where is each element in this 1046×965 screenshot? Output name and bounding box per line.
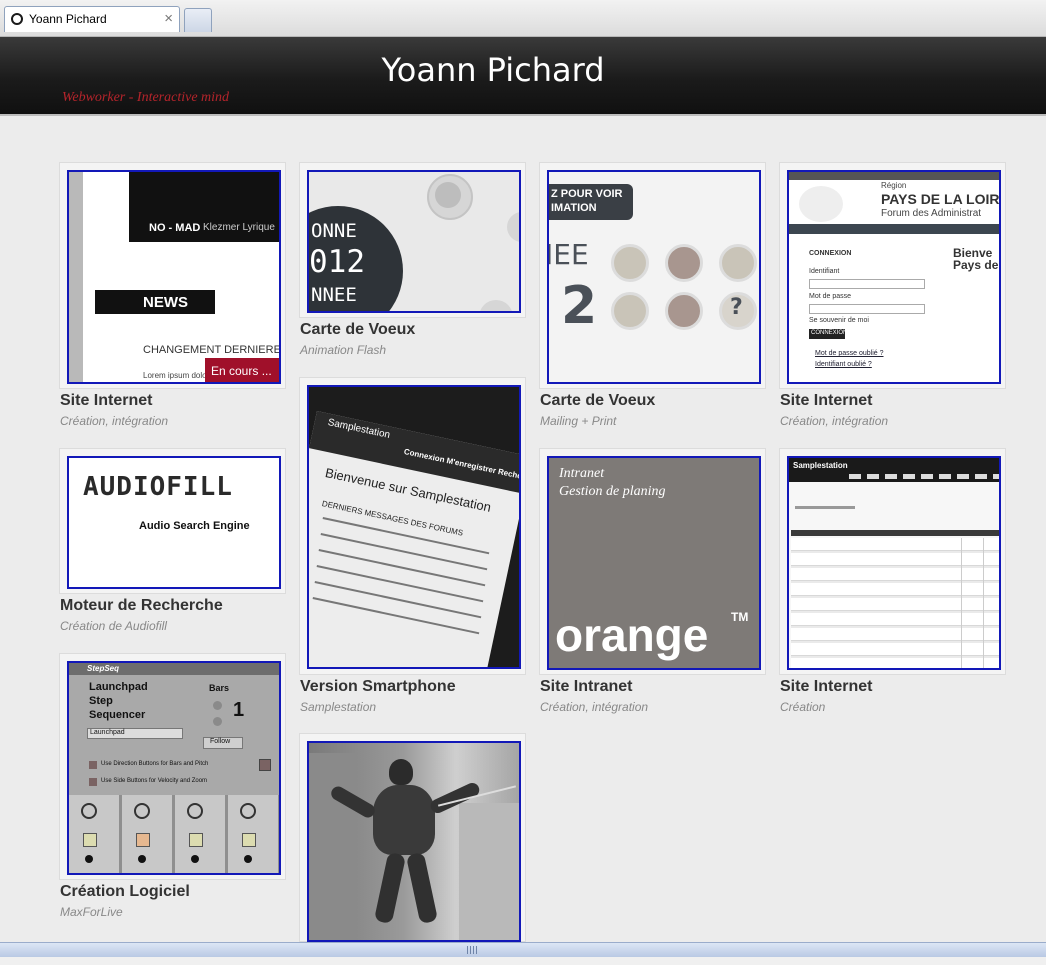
card-thumbnail[interactable]: Samplestation bbox=[787, 456, 1001, 670]
site-title[interactable]: Yoann Pichard bbox=[0, 51, 986, 89]
card-thumbnail[interactable]: Intranet Gestion de planing orange TM bbox=[547, 456, 761, 670]
card-title[interactable]: Version Smartphone bbox=[300, 678, 456, 696]
browser-tab[interactable]: Yoann Pichard × bbox=[4, 6, 180, 32]
card-title[interactable]: Site Internet bbox=[780, 392, 872, 410]
card-thumbnail[interactable]: ONNE 012 NNEE bbox=[307, 170, 521, 313]
card-title[interactable]: Carte de Voeux bbox=[300, 321, 415, 339]
card-title[interactable]: Moteur de Recherche bbox=[60, 597, 223, 615]
card-thumbnail[interactable] bbox=[307, 741, 521, 942]
card-title[interactable]: Site Intranet bbox=[540, 678, 632, 696]
status-bar bbox=[0, 957, 1046, 965]
card-title[interactable]: Site Internet bbox=[780, 678, 872, 696]
card-subtitle: Création, intégration bbox=[60, 414, 169, 428]
site-tagline: Webworker - Interactive mind bbox=[62, 90, 230, 105]
card-subtitle: Mailing + Print bbox=[540, 414, 617, 428]
card-title[interactable]: Création Logiciel bbox=[60, 883, 190, 901]
card-thumbnail[interactable]: Z POUR VOIR IMATION IEE 2 ? bbox=[547, 170, 761, 384]
card-subtitle: Samplestation bbox=[300, 700, 377, 714]
card-thumbnail[interactable]: StepSeq Launchpad Step Sequencer Bars 1 … bbox=[67, 661, 281, 875]
horizontal-scrollbar[interactable] bbox=[0, 942, 1046, 957]
tab-title: Yoann Pichard bbox=[29, 12, 107, 26]
site-header: Yoann Pichard Webworker - Interactive mi… bbox=[0, 37, 1046, 116]
card-subtitle: Animation Flash bbox=[300, 343, 387, 357]
scrollbar-grip-icon[interactable] bbox=[467, 946, 477, 954]
card-subtitle: Création, intégration bbox=[540, 700, 649, 714]
new-tab-button[interactable] bbox=[184, 8, 212, 32]
card-subtitle: Création de Audiofill bbox=[60, 619, 167, 633]
card-thumbnail[interactable]: NO - MAD Klezmer Lyrique NEWS CHANGEMENT… bbox=[67, 170, 281, 384]
card-thumbnail[interactable]: AUDIOFILL Audio Search Engine bbox=[67, 456, 281, 589]
browser-tab-strip: Yoann Pichard × bbox=[0, 0, 1046, 37]
card-title[interactable]: Site Internet bbox=[60, 392, 152, 410]
favicon-icon bbox=[11, 13, 23, 25]
card-subtitle: Création bbox=[780, 700, 826, 714]
tab-close-icon[interactable]: × bbox=[164, 10, 173, 27]
card-title[interactable]: Carte de Voeux bbox=[540, 392, 655, 410]
card-thumbnail[interactable]: Région PAYS DE LA LOIRE Forum des Admini… bbox=[787, 170, 1001, 384]
card-thumbnail[interactable]: Samplestation Connexion M'enregistrer Re… bbox=[307, 385, 521, 669]
card-subtitle: Création, intégration bbox=[780, 414, 889, 428]
card-subtitle: MaxForLive bbox=[60, 905, 123, 919]
